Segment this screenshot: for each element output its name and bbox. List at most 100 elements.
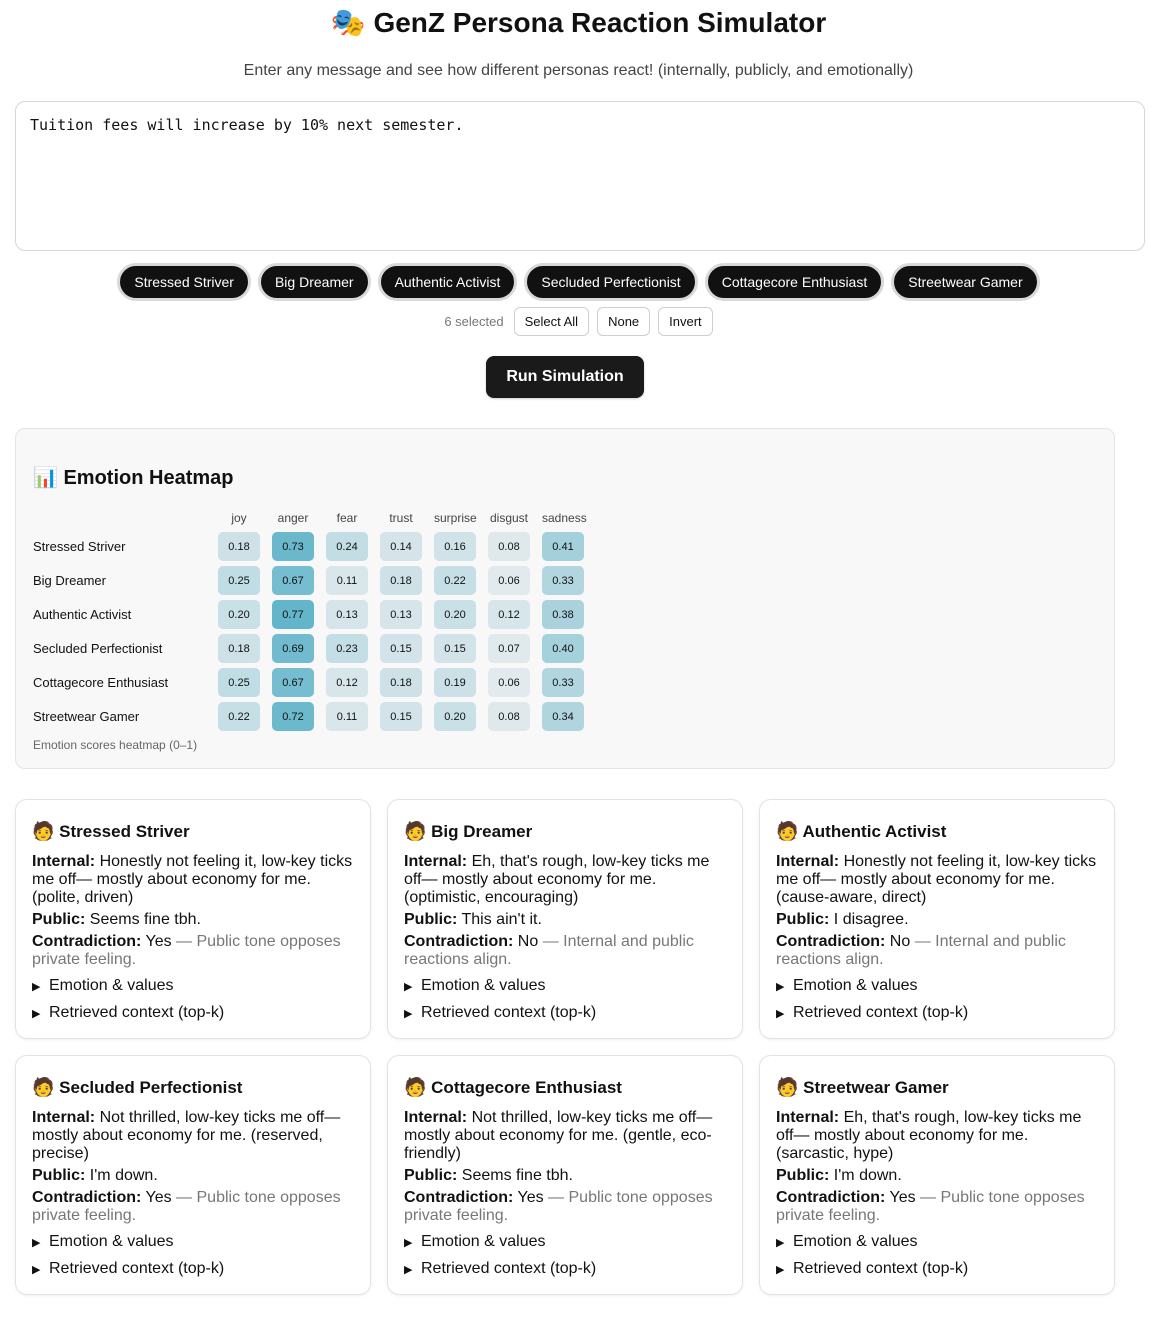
person-avatar-icon: 🧑: [776, 821, 799, 841]
contradiction-value: Yes: [145, 933, 172, 950]
retrieved-context-toggle[interactable]: ▶ Retrieved context (top-k): [32, 1260, 354, 1279]
heatmap-cell: 0.15: [380, 634, 422, 663]
contradiction-value: No: [889, 933, 911, 950]
heatmap-title-text: Emotion Heatmap: [63, 467, 234, 489]
heatmap-cell: 0.33: [542, 668, 584, 697]
heatmap-row-label: Stressed Striver: [33, 539, 126, 554]
person-avatar-icon: 🧑: [776, 1077, 799, 1097]
internal-label: Internal:: [776, 853, 840, 870]
disclosure-triangle-icon: ▶: [32, 1237, 41, 1249]
public-reaction: Public: Seems fine tbh.: [404, 1167, 726, 1185]
select-none-button[interactable]: None: [597, 307, 651, 336]
heatmap-row-label: Secluded Perfectionist: [33, 641, 163, 656]
persona-name: Big Dreamer: [431, 822, 533, 841]
heatmap-row-label: Streetwear Gamer: [33, 709, 140, 724]
heatmap-cell: 0.38: [542, 600, 584, 629]
emotion-values-toggle[interactable]: ▶ Emotion & values: [404, 1233, 726, 1252]
select-all-button[interactable]: Select All: [513, 307, 590, 336]
public-reaction: Public: Seems fine tbh.: [32, 911, 354, 929]
contradiction-line: Contradiction: No — Internal and public …: [404, 933, 726, 969]
heatmap-cell: 0.67: [272, 668, 314, 697]
heatmap-cell: 0.18: [380, 668, 422, 697]
retrieved-context-toggle[interactable]: ▶ Retrieved context (top-k): [404, 1260, 726, 1279]
heatmap-cell: 0.13: [326, 600, 368, 629]
public-text: I disagree.: [833, 911, 909, 928]
emotion-values-toggle[interactable]: ▶ Emotion & values: [32, 977, 354, 996]
contradiction-line: Contradiction: Yes — Public tone opposes…: [32, 1189, 354, 1225]
disclosure-triangle-icon: ▶: [32, 1264, 41, 1276]
contradiction-label: Contradiction:: [32, 933, 142, 950]
person-avatar-icon: 🧑: [404, 1077, 427, 1097]
internal-reaction: Internal: Not thrilled, low-key ticks me…: [404, 1109, 726, 1163]
persona-card: 🧑 Cottagecore Enthusiast Internal: Not th…: [387, 1055, 743, 1295]
heatmap-cell: 0.73: [272, 532, 314, 561]
retrieved-context-label: Retrieved context (top-k): [421, 1004, 597, 1021]
persona-chip[interactable]: Secluded Perfectionist: [524, 263, 698, 301]
public-label: Public:: [776, 1167, 830, 1184]
retrieved-context-toggle[interactable]: ▶ Retrieved context (top-k): [776, 1004, 1098, 1023]
persona-card: 🧑 Stressed Striver Internal: Honestly not…: [15, 799, 371, 1039]
heatmap-cell: 0.25: [218, 668, 260, 697]
persona-chip[interactable]: Big Dreamer: [257, 263, 371, 301]
disclosure-triangle-icon: ▶: [404, 1237, 413, 1249]
emotion-values-toggle[interactable]: ▶ Emotion & values: [776, 1233, 1098, 1252]
public-reaction: Public: This ain't it.: [404, 911, 726, 929]
heatmap-cell: 0.40: [542, 634, 584, 663]
retrieved-context-toggle[interactable]: ▶ Retrieved context (top-k): [404, 1004, 726, 1023]
public-label: Public:: [32, 911, 86, 928]
heatmap-cell: 0.23: [326, 634, 368, 663]
public-reaction: Public: I'm down.: [32, 1167, 354, 1185]
retrieved-context-toggle[interactable]: ▶ Retrieved context (top-k): [32, 1004, 354, 1023]
heatmap-cell: 0.15: [434, 634, 476, 663]
persona-chip[interactable]: Cottagecore Enthusiast: [704, 263, 885, 301]
public-reaction: Public: I disagree.: [776, 911, 1098, 929]
heatmap-column-header: disgust: [489, 511, 529, 525]
internal-reaction: Internal: Honestly not feeling it, low-k…: [32, 853, 354, 907]
disclosure-triangle-icon: ▶: [776, 1237, 785, 1249]
retrieved-context-label: Retrieved context (top-k): [49, 1260, 225, 1277]
retrieved-context-toggle[interactable]: ▶ Retrieved context (top-k): [776, 1260, 1098, 1279]
internal-label: Internal:: [32, 853, 96, 870]
selected-count: 6 selected: [444, 314, 504, 329]
emotion-values-toggle[interactable]: ▶ Emotion & values: [32, 1233, 354, 1252]
emotion-values-label: Emotion & values: [49, 977, 174, 994]
heatmap-cell: 0.22: [218, 702, 260, 731]
contradiction-label: Contradiction:: [776, 933, 886, 950]
invert-selection-button[interactable]: Invert: [658, 307, 713, 336]
message-input[interactable]: Tuition fees will increase by 10% next s…: [15, 101, 1145, 251]
heatmap-cell: 0.77: [272, 600, 314, 629]
persona-chip[interactable]: Streetwear Gamer: [891, 263, 1040, 301]
emotion-heatmap-panel: 📊 Emotion Heatmap joy anger fear trust surpr…: [15, 428, 1115, 769]
persona-chips: Stressed Striver Big Dreamer Authentic A…: [0, 263, 1157, 301]
run-simulation-button[interactable]: Run Simulation: [486, 356, 644, 398]
heatmap-row-label: Cottagecore Enthusiast: [33, 675, 169, 690]
persona-name: Stressed Striver: [59, 822, 190, 841]
emotion-values-label: Emotion & values: [793, 1233, 918, 1250]
internal-label: Internal:: [404, 1109, 468, 1126]
internal-label: Internal:: [776, 1109, 840, 1126]
contradiction-value: Yes: [889, 1189, 916, 1206]
persona-chip[interactable]: Authentic Activist: [377, 263, 518, 301]
contradiction-line: Contradiction: Yes — Public tone opposes…: [776, 1189, 1098, 1225]
heatmap-column-header: trust: [389, 511, 413, 525]
contradiction-value: Yes: [145, 1189, 172, 1206]
heatmap-cell: 0.19: [434, 668, 476, 697]
heatmap-cell: 0.18: [380, 566, 422, 595]
selection-controls: 6 selected Select All None Invert: [0, 307, 1157, 336]
heatmap-column-header: joy: [231, 511, 247, 525]
emotion-values-toggle[interactable]: ▶ Emotion & values: [776, 977, 1098, 996]
internal-reaction: Internal: Not thrilled, low-key ticks me…: [32, 1109, 354, 1163]
heatmap-cell: 0.14: [380, 532, 422, 561]
retrieved-context-label: Retrieved context (top-k): [421, 1260, 597, 1277]
disclosure-triangle-icon: ▶: [776, 1008, 785, 1020]
persona-name: Cottagecore Enthusiast: [431, 1078, 622, 1097]
emotion-values-toggle[interactable]: ▶ Emotion & values: [404, 977, 726, 996]
heatmap-column-header: fear: [336, 511, 358, 525]
heatmap-cell: 0.25: [218, 566, 260, 595]
internal-reaction: Internal: Eh, that's rough, low-key tick…: [404, 853, 726, 907]
public-text: I'm down.: [833, 1167, 902, 1184]
heatmap-cell: 0.24: [326, 532, 368, 561]
persona-chip[interactable]: Stressed Striver: [117, 263, 251, 301]
heatmap-column-header: sadness: [542, 511, 587, 525]
heatmap-cell: 0.11: [326, 702, 368, 731]
